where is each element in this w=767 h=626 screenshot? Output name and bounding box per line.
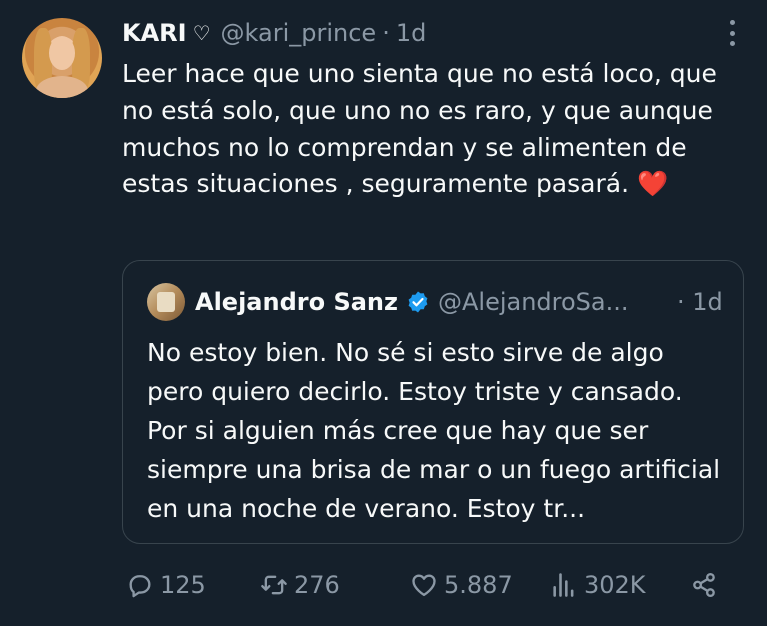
quoted-tweet[interactable]: Alejandro Sanz @AlejandroSa... · 1d No e…: [122, 260, 744, 544]
quoted-tweet-timestamp[interactable]: · 1d: [677, 283, 723, 321]
like-icon: [412, 574, 436, 597]
tweet-text: Leer hace que uno sienta que no está loc…: [122, 56, 752, 203]
tweet-body: Leer hace que uno sienta que no está loc…: [122, 59, 717, 199]
action-bar: 125 276 5.887 302K: [122, 565, 752, 605]
reply-button[interactable]: 125: [126, 565, 206, 605]
author-handle[interactable]: @kari_prince: [221, 19, 377, 47]
retweet-count: 276: [294, 571, 340, 599]
reply-icon: [129, 575, 151, 598]
quoted-author-handle[interactable]: @AlejandroSa...: [438, 288, 629, 316]
quoted-separator-dot: ·: [677, 288, 685, 316]
like-button[interactable]: 5.887: [410, 565, 513, 605]
like-count: 5.887: [444, 571, 513, 599]
verified-badge-icon: [408, 291, 428, 313]
author-avatar[interactable]: [22, 18, 102, 98]
quoted-tweet-header: Alejandro Sanz @AlejandroSa...: [195, 283, 629, 321]
separator-dot: ·: [382, 19, 390, 47]
tweet-header: KARI ♡ @kari_prince · 1d: [122, 16, 426, 50]
tweet-timestamp[interactable]: 1d: [396, 19, 427, 47]
retweet-button[interactable]: 276: [260, 565, 340, 605]
views-count: 302K: [584, 571, 646, 599]
share-button[interactable]: [690, 565, 724, 605]
quoted-time: 1d: [692, 288, 723, 316]
more-icon[interactable]: [720, 20, 744, 46]
heart-outline-symbol: ♡: [192, 21, 211, 45]
reply-count: 125: [160, 571, 206, 599]
retweet-icon: [261, 575, 287, 595]
views-icon: [553, 573, 574, 597]
share-icon: [693, 572, 715, 598]
quoted-author-avatar[interactable]: [147, 283, 185, 321]
quoted-tweet-text: No estoy bien. No sé si esto sirve de al…: [147, 338, 721, 523]
quoted-author-name[interactable]: Alejandro Sanz: [195, 288, 398, 316]
views-button[interactable]: 302K: [550, 565, 646, 605]
author-name[interactable]: KARI: [122, 19, 187, 47]
red-heart-emoji: ❤️: [636, 169, 669, 199]
